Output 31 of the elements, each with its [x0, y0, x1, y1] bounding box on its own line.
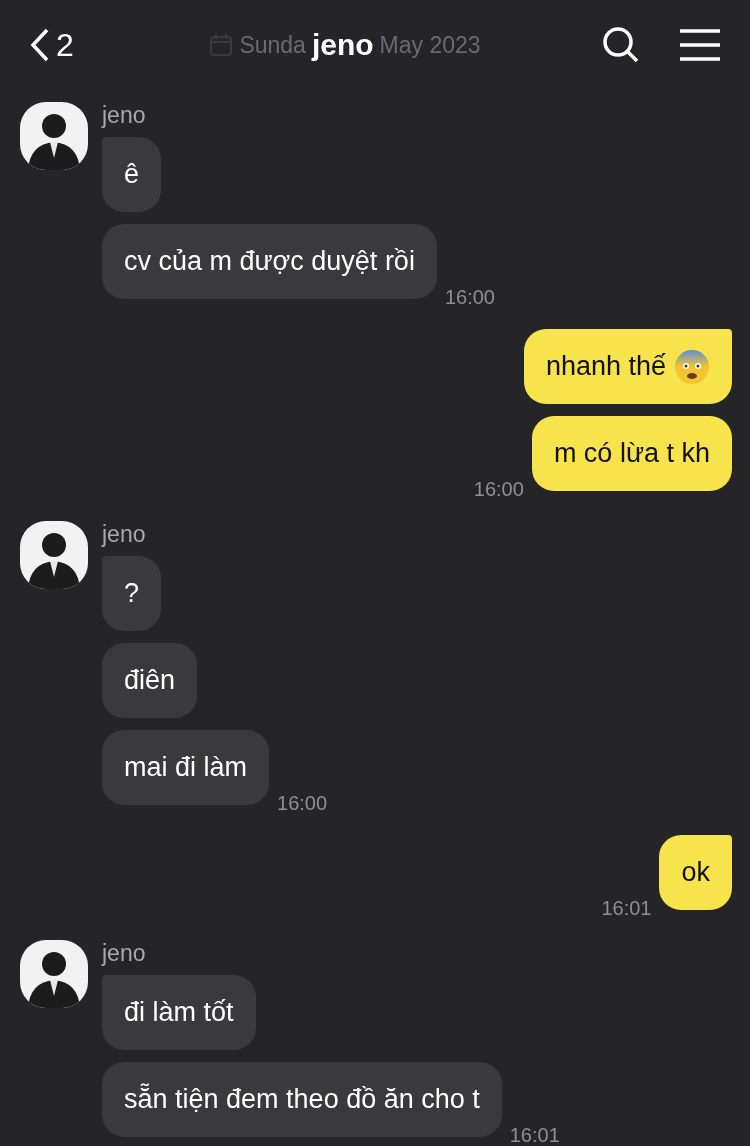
message-bubble[interactable]: sẵn tiện đem theo đồ ăn cho t [102, 1062, 502, 1137]
fearful-face-icon [674, 348, 710, 385]
sender-name: jeno [102, 102, 146, 129]
back-icon [30, 28, 50, 62]
message-bubble[interactable]: nhanh thế [523, 329, 732, 404]
message-time: 16:01 [601, 897, 652, 920]
message-bubble[interactable]: m có lừa t kh [531, 416, 732, 491]
message-bubble[interactable]: ? [102, 556, 162, 631]
message-time: 16:00 [444, 286, 495, 309]
menu-icon [680, 29, 720, 61]
date-text: Sunda [239, 31, 306, 59]
chat-title: jeno [311, 28, 374, 62]
back-button[interactable]: 2 [30, 26, 74, 64]
message-bubble[interactable]: ok [659, 835, 732, 910]
avatar[interactable] [20, 521, 88, 589]
avatar[interactable] [20, 940, 88, 1008]
message-bubble[interactable]: điên [102, 643, 198, 718]
search-icon [602, 26, 640, 64]
menu-button[interactable] [680, 29, 720, 61]
message-bubble[interactable]: đi làm tốt [102, 975, 256, 1050]
search-button[interactable] [602, 26, 640, 64]
sender-name: jeno [102, 940, 146, 967]
message-time: 16:00 [277, 792, 328, 815]
sender-name: jeno [102, 521, 146, 548]
message-bubble[interactable]: cv của m được duyệt rồi [102, 224, 437, 299]
message-bubble[interactable]: mai đi làm [102, 730, 270, 805]
message-bubble[interactable]: ê [102, 137, 162, 212]
date-text: May 2023 [379, 31, 481, 59]
message-time: 16:00 [473, 478, 524, 501]
avatar[interactable] [20, 102, 88, 170]
message-time: 16:01 [509, 1124, 560, 1146]
